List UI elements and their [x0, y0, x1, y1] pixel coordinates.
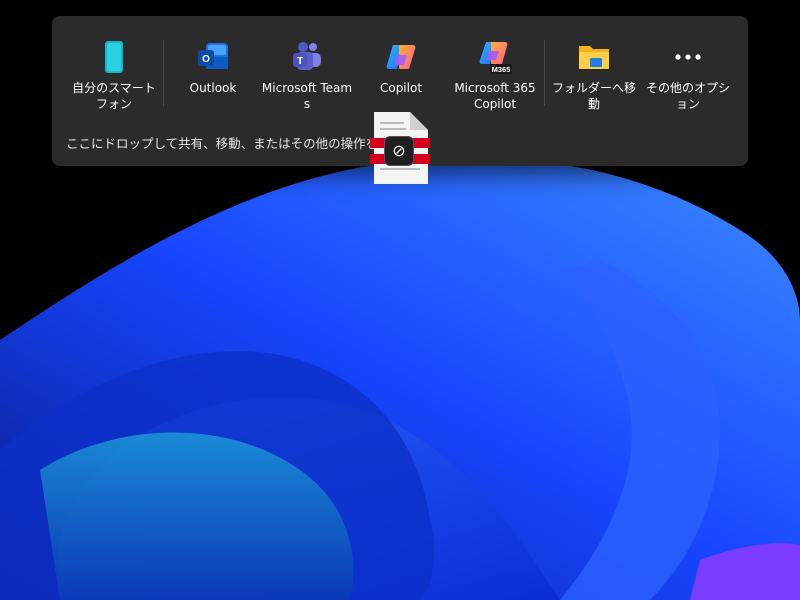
no-drop-icon: ⊘ — [384, 136, 414, 166]
svg-text:T: T — [297, 56, 303, 67]
outlook-icon: O — [167, 38, 259, 76]
copilot-icon — [355, 38, 447, 76]
share-target-label: フォルダーへ移動 — [551, 81, 636, 111]
share-target-teams[interactable]: T Microsoft Teams — [261, 38, 353, 128]
teams-icon: T — [261, 38, 353, 76]
share-target-label: Copilot — [379, 81, 423, 95]
divider — [544, 40, 545, 106]
phone-icon — [68, 38, 160, 76]
share-target-label: Microsoft Teams — [261, 81, 353, 111]
share-target-label: Microsoft 365 Copilot — [454, 81, 536, 111]
share-target-outlook[interactable]: O Outlook — [167, 38, 259, 128]
m365-copilot-icon: M365 — [449, 38, 541, 76]
divider — [163, 40, 164, 106]
share-target-label: Outlook — [189, 81, 237, 95]
m365-badge: M365 — [492, 65, 511, 74]
share-target-phone[interactable]: 自分のスマートフォン — [68, 38, 160, 128]
folder-icon — [548, 38, 640, 76]
svg-text:O: O — [202, 54, 210, 65]
share-target-m365-copilot[interactable]: M365 Microsoft 365 Copilot — [449, 38, 541, 128]
share-target-folder[interactable]: フォルダーへ移動 — [548, 38, 640, 128]
drop-hint-text: ここにドロップして共有、移動、またはその他の操作を行い — [66, 136, 404, 151]
share-target-label: 自分のスマートフォン — [72, 81, 156, 111]
share-target-label: その他のオプション — [645, 81, 730, 111]
share-target-more[interactable]: その他のオプション — [642, 38, 734, 128]
more-icon — [642, 38, 734, 76]
